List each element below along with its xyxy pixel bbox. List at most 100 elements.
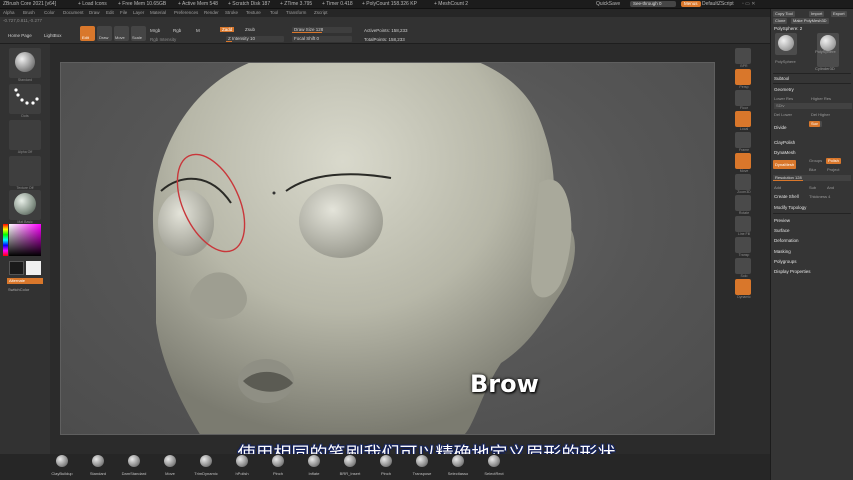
menu-layer[interactable]: Layer [133,10,144,15]
switch-color-button[interactable]: SwitchColor [8,287,29,292]
polish-toggle[interactable]: Polish [826,158,841,164]
focal-shift-slider[interactable]: Focal Shift 0 [292,36,352,42]
menu-edit[interactable]: Edit [106,10,114,15]
menu-preferences[interactable]: Preferences [174,10,198,15]
brush-pinch[interactable]: Pinch [264,455,292,476]
texture-slot[interactable]: Texture Off [9,156,41,190]
see-through-slider[interactable]: See-through 0 [630,1,676,7]
brush-selectrect[interactable]: SelectRect [480,455,508,476]
right-shelf-move-button[interactable] [735,153,751,169]
resolution-slider[interactable]: Resolution 128 [773,175,851,181]
scale-button[interactable]: Scale [131,26,146,41]
menu-material[interactable]: Material [150,10,166,15]
menu-file[interactable]: File [120,10,127,15]
right-shelf-line-fill-button[interactable] [735,216,751,232]
canvas-viewport[interactable] [60,62,715,435]
del-lower-button[interactable]: Del Lower [774,112,792,117]
menu-texture[interactable]: Texture [246,10,261,15]
create-shell-button[interactable]: Create Shell [774,194,799,199]
brush-trimdynamic[interactable]: TrimDynamic [192,455,220,476]
window-controls[interactable]: ▫ ▭ ✕ [742,1,755,7]
brush-hpolish[interactable]: hPolish [228,455,256,476]
rgb-intensity-slider[interactable]: Rgb Intensity [150,37,176,42]
thickness-slider[interactable]: Thickness 4 [809,194,830,199]
suv-toggle[interactable]: Suv [809,121,820,127]
home-page-button[interactable]: Home Page [8,33,32,38]
menu-render[interactable]: Render [204,10,219,15]
menu-document[interactable]: Document [63,10,84,15]
menu-tool[interactable]: Tool [270,10,278,15]
geometry-section[interactable]: Geometry [774,87,794,92]
brush-slot[interactable]: Standard [9,48,41,82]
export-button[interactable]: Export [831,11,847,17]
higher-res-button[interactable]: Higher Res [811,96,831,101]
move-button[interactable]: Move [114,26,129,41]
lightbox-button[interactable]: LightBox [44,33,62,38]
tool-thumbnail-polysphere[interactable] [775,33,797,55]
stroke-slot[interactable]: Dots [9,84,41,118]
quicksave-button[interactable]: QuickSave [596,1,620,7]
right-shelf-rotate-button[interactable] [735,195,751,211]
make-polymesh-button[interactable]: Make PolyMesh3D [791,18,829,24]
brush-brr-insert[interactable]: BRR_Insert [336,455,364,476]
lower-res-button[interactable]: Lower Res [774,96,793,101]
polygroups-section[interactable]: Polygroups [774,259,797,264]
rgb-button[interactable]: Rgb [173,28,181,33]
draw-size-slider[interactable]: Draw Size 128 [292,27,352,33]
zsub-button[interactable]: Zsub [245,27,255,32]
deformation-section[interactable]: Deformation [774,238,799,243]
mrgb-button[interactable]: Mrgb [150,28,160,33]
brush-pinch[interactable]: Pinch [372,455,400,476]
tool-thumbnail-cylinder[interactable] [817,53,839,67]
dynamesh-section[interactable]: DynaMesh [774,150,796,155]
alternate-toggle[interactable]: Alternate [7,278,43,284]
brush-inflate[interactable]: Inflate [300,455,328,476]
import-button[interactable]: Import [809,11,825,17]
groups-toggle[interactable]: Groups [809,158,822,163]
display-properties-section[interactable]: Display Properties [774,269,811,274]
right-shelf-transp-button[interactable] [735,237,751,253]
and-button[interactable]: And [827,185,834,190]
m-button[interactable]: M [196,28,200,33]
brush-standard[interactable]: Standard [84,455,112,476]
right-shelf-frame-button[interactable] [735,132,751,148]
sub-button[interactable]: Sub [809,185,816,190]
brush-selectlasso[interactable]: Selectlasso [444,455,472,476]
draw-button[interactable]: Draw [97,26,112,41]
menu-brush[interactable]: Brush [23,10,35,15]
surface-section[interactable]: Surface [774,228,790,233]
load-icons-button[interactable]: + Load Icons [78,1,107,7]
copy-tool-button[interactable]: Copy Tool [773,11,795,17]
menu-alpha[interactable]: Alpha [3,10,15,15]
brush-claybuildup[interactable]: ClayBuildup [48,455,76,476]
subtool-section[interactable]: Subtool [774,76,789,81]
masking-section[interactable]: Masking [774,249,791,254]
preview-section[interactable]: Preview [774,218,790,223]
claypolish-section[interactable]: ClayPolish [774,140,795,145]
sdiv-slider[interactable]: SDiv [774,103,852,109]
brush-damstandard[interactable]: DamStandard [120,455,148,476]
color-picker[interactable] [3,224,41,256]
dynamesh-button[interactable]: DynaMesh [773,160,797,169]
default-zscript-button[interactable]: DefaultZScript [702,1,734,7]
menu-zscript[interactable]: Zscript [314,10,328,15]
right-shelf-persp-button[interactable] [735,69,751,85]
material-slot[interactable]: Mat Basic [9,190,41,224]
secondary-color-swatch[interactable] [26,261,41,275]
right-shelf-zoom3d-button[interactable] [735,174,751,190]
right-shelf-solo-button[interactable] [735,258,751,274]
clone-button[interactable]: Clone [773,18,788,24]
blur-slider[interactable]: Blur [809,167,816,172]
right-shelf-local-button[interactable] [735,111,751,127]
brush-move[interactable]: Move [156,455,184,476]
del-higher-button[interactable]: Del Higher [811,112,830,117]
menus-toggle[interactable]: Menus [681,1,701,7]
menu-color[interactable]: Color [44,10,55,15]
z-intensity-slider[interactable]: Z Intensity 10 [226,36,284,42]
right-shelf-dynamic-button[interactable] [735,279,751,295]
project-toggle[interactable]: Project [827,167,839,172]
main-color-swatch[interactable] [9,261,24,275]
right-shelf-floor-button[interactable] [735,90,751,106]
edit-button[interactable]: Edit [80,26,95,41]
menu-stroke[interactable]: Stroke [225,10,238,15]
